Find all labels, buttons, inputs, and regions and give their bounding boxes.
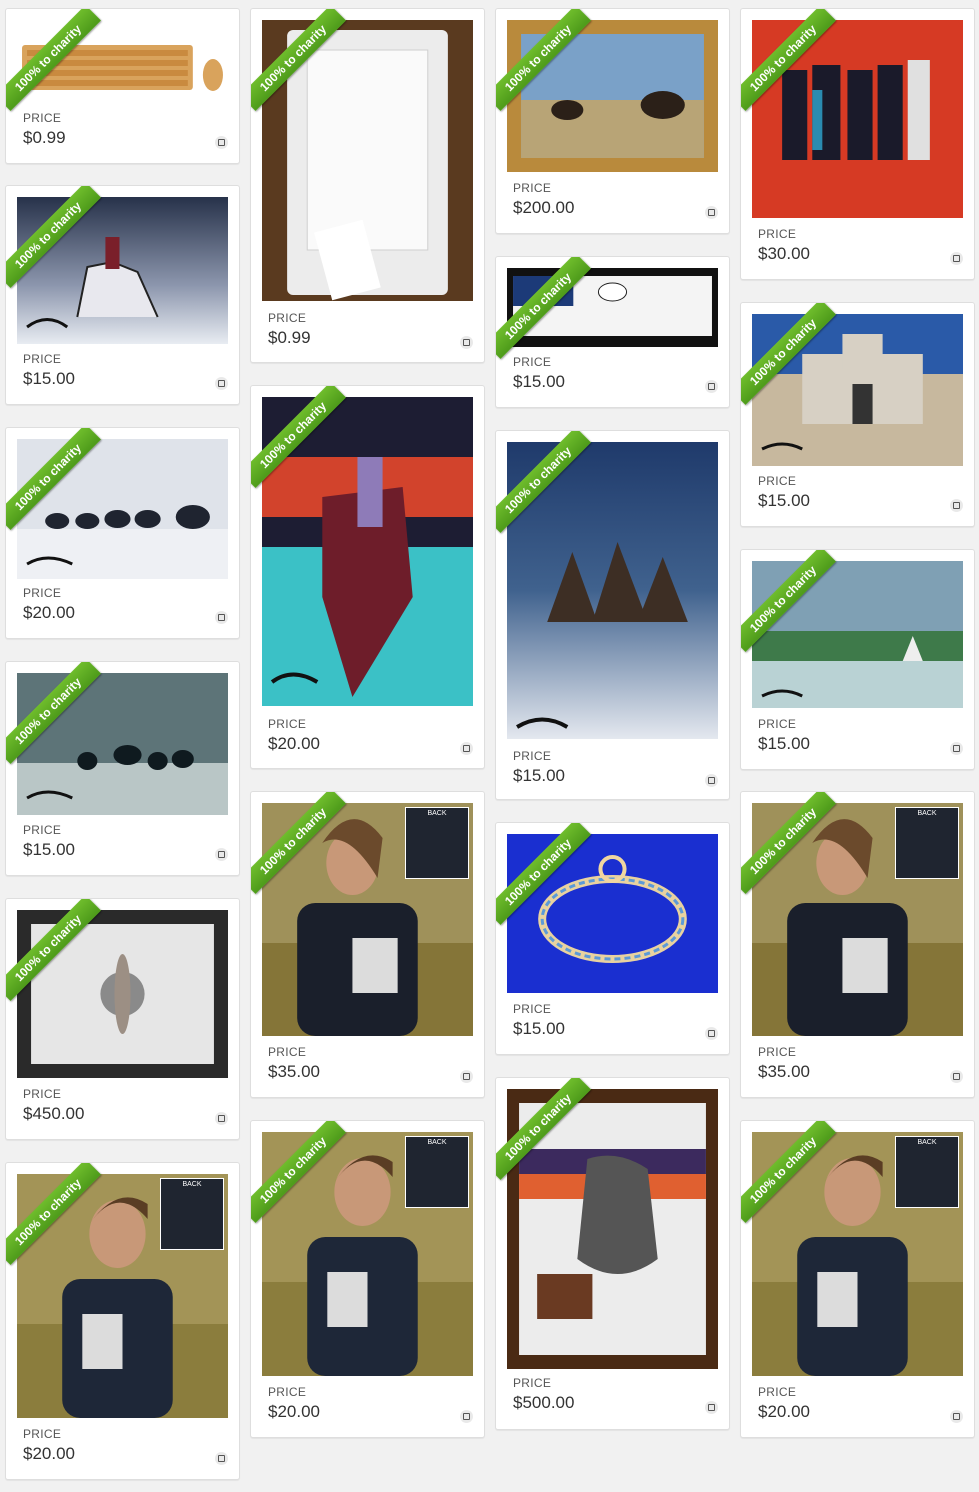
listing-card[interactable]: PRICE $15.00 100% to charity <box>495 822 730 1055</box>
back-view-inset: BACK <box>895 807 959 879</box>
back-label: BACK <box>427 1139 447 1146</box>
share-icon[interactable] <box>705 1401 718 1414</box>
share-icon[interactable] <box>215 377 228 390</box>
back-label: BACK <box>917 1139 937 1146</box>
price-label: PRICE <box>23 586 62 600</box>
listing-card[interactable]: BACK PRICE $35.00 100% to charity <box>740 791 975 1098</box>
back-view-inset: BACK <box>895 1136 959 1208</box>
price-label: PRICE <box>758 717 797 731</box>
price-value: $15.00 <box>513 766 565 785</box>
listing-card[interactable]: PRICE $20.00 100% to charity <box>5 427 240 639</box>
price-value: $15.00 <box>23 840 75 859</box>
back-label: BACK <box>917 810 937 817</box>
back-label: BACK <box>427 810 447 817</box>
listing-card[interactable]: PRICE $0.99 100% to charity <box>5 8 240 164</box>
listing-card[interactable]: PRICE $20.00 100% to charity <box>250 385 485 769</box>
share-icon[interactable] <box>460 1070 473 1083</box>
price-label: PRICE <box>23 1427 62 1441</box>
price-label: PRICE <box>268 1045 307 1059</box>
price-value: $15.00 <box>23 369 75 388</box>
price-value: $15.00 <box>758 734 810 753</box>
share-icon[interactable] <box>215 848 228 861</box>
price-label: PRICE <box>23 823 62 837</box>
price-label: PRICE <box>23 111 62 125</box>
listing-card[interactable]: PRICE $30.00 100% to charity <box>740 8 975 280</box>
price-label: PRICE <box>758 1045 797 1059</box>
price-label: PRICE <box>758 227 797 241</box>
back-view-inset: BACK <box>405 807 469 879</box>
listing-card[interactable]: PRICE $0.99 100% to charity <box>250 8 485 363</box>
share-icon[interactable] <box>215 136 228 149</box>
price-value: $20.00 <box>758 1402 810 1421</box>
price-label: PRICE <box>513 749 552 763</box>
listing-card[interactable]: PRICE $15.00 100% to charity <box>740 302 975 527</box>
listing-card[interactable]: PRICE $15.00 100% to charity <box>5 185 240 405</box>
listing-card[interactable]: BACK PRICE $20.00 100% to charity <box>5 1162 240 1480</box>
price-value: $450.00 <box>23 1104 85 1123</box>
price-value: $30.00 <box>758 244 810 263</box>
price-label: PRICE <box>758 1385 797 1399</box>
price-value: $500.00 <box>513 1393 575 1412</box>
price-value: $20.00 <box>268 734 320 753</box>
listing-card[interactable]: PRICE $15.00 100% to charity <box>740 549 975 770</box>
listing-card[interactable]: BACK PRICE $35.00 100% to charity <box>250 791 485 1098</box>
price-value: $15.00 <box>758 491 810 510</box>
price-value: $35.00 <box>268 1062 320 1081</box>
price-value: $35.00 <box>758 1062 810 1081</box>
price-value: $15.00 <box>513 1019 565 1038</box>
price-value: $20.00 <box>23 1444 75 1463</box>
price-label: PRICE <box>513 1376 552 1390</box>
price-value: $15.00 <box>513 372 565 391</box>
share-icon[interactable] <box>705 774 718 787</box>
share-icon[interactable] <box>460 336 473 349</box>
price-value: $0.99 <box>268 328 311 347</box>
share-icon[interactable] <box>215 1112 228 1125</box>
share-icon[interactable] <box>950 1410 963 1423</box>
share-icon[interactable] <box>460 1410 473 1423</box>
share-icon[interactable] <box>950 499 963 512</box>
price-label: PRICE <box>268 1385 307 1399</box>
back-view-inset: BACK <box>405 1136 469 1208</box>
price-value: $20.00 <box>268 1402 320 1421</box>
listing-card[interactable]: PRICE $15.00 100% to charity <box>495 430 730 800</box>
share-icon[interactable] <box>705 380 718 393</box>
price-label: PRICE <box>23 352 62 366</box>
listing-card[interactable]: BACK PRICE $20.00 100% to charity <box>250 1120 485 1438</box>
back-label: BACK <box>182 1181 202 1188</box>
listing-card[interactable]: PRICE $500.00 100% to charity <box>495 1077 730 1430</box>
share-icon[interactable] <box>215 1452 228 1465</box>
price-value: $0.99 <box>23 128 66 147</box>
listing-card[interactable]: PRICE $200.00 100% to charity <box>495 8 730 234</box>
share-icon[interactable] <box>215 611 228 624</box>
share-icon[interactable] <box>460 742 473 755</box>
back-view-inset: BACK <box>160 1178 224 1250</box>
listing-card[interactable]: PRICE $450.00 100% to charity <box>5 898 240 1140</box>
price-label: PRICE <box>268 717 307 731</box>
price-label: PRICE <box>513 1002 552 1016</box>
price-label: PRICE <box>513 355 552 369</box>
share-icon[interactable] <box>950 252 963 265</box>
price-label: PRICE <box>513 181 552 195</box>
price-value: $200.00 <box>513 198 575 217</box>
price-label: PRICE <box>758 474 797 488</box>
listing-card[interactable]: PRICE $15.00 100% to charity <box>5 661 240 876</box>
price-label: PRICE <box>23 1087 62 1101</box>
share-icon[interactable] <box>705 206 718 219</box>
share-icon[interactable] <box>950 742 963 755</box>
listing-card[interactable]: PRICE $15.00 100% to charity <box>495 256 730 408</box>
listing-card[interactable]: BACK PRICE $20.00 100% to charity <box>740 1120 975 1438</box>
share-icon[interactable] <box>705 1027 718 1040</box>
price-value: $20.00 <box>23 603 75 622</box>
price-label: PRICE <box>268 311 307 325</box>
share-icon[interactable] <box>950 1070 963 1083</box>
